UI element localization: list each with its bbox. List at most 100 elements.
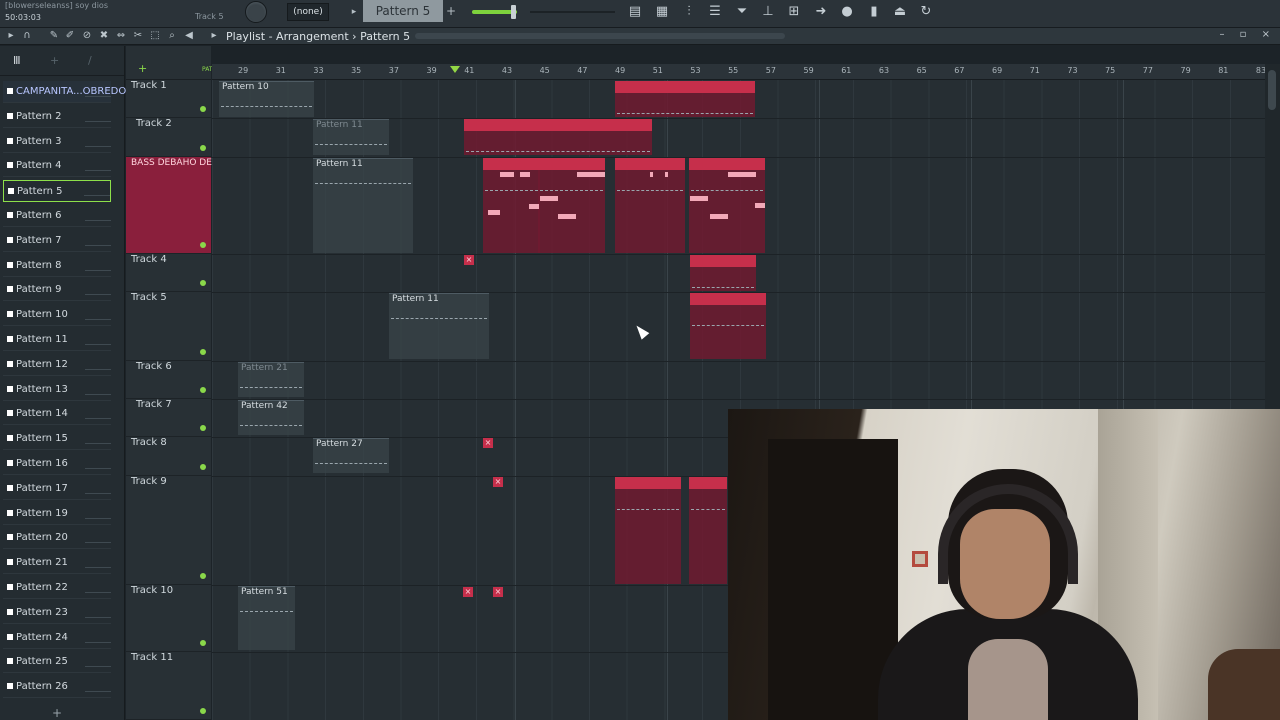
- clip-marker[interactable]: ×: [464, 255, 474, 265]
- channel-rack-icon[interactable]: ☰: [704, 1, 726, 23]
- pattern-clip[interactable]: Pattern 27: [313, 438, 389, 473]
- draw-tool-icon[interactable]: ✎: [47, 29, 61, 43]
- plugin-picker-icon[interactable]: ⏷: [731, 1, 753, 23]
- track-enable-led[interactable]: [200, 708, 206, 714]
- playback-tool-icon[interactable]: ◀: [182, 29, 196, 43]
- track-name[interactable]: Track 6: [136, 361, 172, 372]
- mute-tool-icon[interactable]: ✖: [97, 29, 111, 43]
- add-pattern-button[interactable]: +: [445, 3, 457, 19]
- pattern-item[interactable]: Pattern 16: [3, 453, 111, 475]
- pattern-clip[interactable]: Pattern 6: [690, 255, 756, 291]
- slip-tool-icon[interactable]: ⇔: [114, 29, 128, 43]
- track-header[interactable]: Track 7: [126, 399, 211, 437]
- pattern-item[interactable]: Pattern 3: [3, 131, 111, 153]
- pattern-item[interactable]: Pattern 26: [3, 676, 111, 699]
- pattern-item[interactable]: Pattern 17: [3, 478, 111, 500]
- track-name[interactable]: Track 2: [136, 118, 172, 129]
- pattern-item[interactable]: CAMPANITA...OBREDOSIS: [3, 81, 142, 103]
- track-header[interactable]: Track 1: [126, 80, 211, 118]
- pattern-item[interactable]: Pattern 8: [3, 255, 111, 277]
- track-name[interactable]: Track 11: [131, 652, 173, 663]
- pattern-clip[interactable]: Pattern 42: [238, 400, 304, 435]
- browser-icon[interactable]: ⊞: [783, 1, 805, 23]
- mic-icon[interactable]: ●: [836, 1, 858, 23]
- track-enable-led[interactable]: [200, 573, 206, 579]
- track-header[interactable]: Track 2: [126, 118, 211, 157]
- pattern-item[interactable]: Pattern 4: [3, 155, 111, 178]
- pattern-item[interactable]: Pattern 24: [3, 627, 111, 649]
- pattern-item[interactable]: Pattern 19: [3, 503, 111, 525]
- magnet-icon[interactable]: ∩: [20, 29, 34, 43]
- track-enable-led[interactable]: [200, 242, 206, 248]
- track-name[interactable]: Track 10: [131, 585, 173, 596]
- track-enable-led[interactable]: [200, 464, 206, 470]
- pattern-clip[interactable]: Pat...0: [615, 477, 651, 584]
- timeline-ruler[interactable]: 29 31 33 35 37 39 41 43 45 47 49 51 53 55 57 59 61 63 65 67…: [212, 64, 1266, 80]
- track-header[interactable]: Track 9: [126, 476, 211, 585]
- horizontal-scrollbar[interactable]: [415, 33, 785, 39]
- pattern-clip[interactable]: Pattern 10: [219, 81, 314, 117]
- playhead-marker[interactable]: [450, 66, 460, 73]
- pattern-clip[interactable]: Pattern 11: [313, 119, 389, 155]
- pattern-prev-arrow[interactable]: ▸: [348, 3, 360, 21]
- add-track-icon[interactable]: +: [138, 62, 147, 75]
- track-header[interactable]: Track 11: [126, 652, 211, 720]
- mixer-icon[interactable]: ⫶: [678, 1, 700, 23]
- picker-tab-automation[interactable]: /: [88, 54, 92, 67]
- track-name[interactable]: Track 1: [131, 80, 167, 91]
- pattern-item[interactable]: Pattern 21: [3, 552, 111, 575]
- pattern-clip[interactable]: Pattern 25: [690, 293, 766, 359]
- pattern-item[interactable]: Pattern 2: [3, 106, 111, 128]
- track-header[interactable]: Track 8: [126, 437, 211, 476]
- track-name[interactable]: Track 5: [131, 292, 167, 303]
- pattern-item[interactable]: Pattern 15: [3, 428, 111, 451]
- stamp-icon[interactable]: ⏏: [889, 1, 911, 23]
- track-header[interactable]: Track 6: [126, 361, 211, 399]
- piano-roll-icon[interactable]: ▦: [651, 1, 673, 23]
- pattern-clip[interactable]: Pattern 5: [464, 119, 652, 155]
- track-name[interactable]: Track 8: [131, 437, 167, 448]
- pattern-selector[interactable]: Pattern 5: [363, 0, 443, 22]
- track-enable-led[interactable]: [200, 349, 206, 355]
- menu-arrow-icon[interactable]: ▸: [4, 29, 18, 43]
- pattern-item[interactable]: Pattern 25: [3, 651, 111, 674]
- delete-tool-icon[interactable]: ⊘: [80, 29, 94, 43]
- clip-marker[interactable]: ×: [493, 477, 503, 487]
- pattern-clip[interactable]: Pattern 11: [389, 293, 489, 359]
- track-name[interactable]: Track 4: [131, 254, 167, 265]
- select-tool-icon[interactable]: ⬚: [148, 29, 162, 43]
- track-name[interactable]: Track 9: [131, 476, 167, 487]
- pattern-clip[interactable]: Patter: [689, 477, 727, 584]
- paint-tool-icon[interactable]: ✐: [63, 29, 77, 43]
- playlist-icon[interactable]: ▤: [624, 1, 646, 23]
- track-header[interactable]: Track 4: [126, 254, 211, 292]
- arrow-icon[interactable]: ➜: [810, 1, 832, 23]
- pattern-clip[interactable]: Pattern 21: [238, 362, 304, 397]
- pattern-item[interactable]: Pattern 11: [3, 329, 111, 351]
- pattern-item[interactable]: Pattern 5: [3, 180, 111, 203]
- track-header[interactable]: BASS DEBAHO DE MI GOLA: [126, 157, 253, 254]
- track-header[interactable]: Track 5: [126, 292, 211, 361]
- tempo-icon[interactable]: ⊥: [757, 1, 779, 23]
- pattern-item[interactable]: Pattern 20: [3, 527, 111, 550]
- file-icon[interactable]: ▮: [863, 1, 885, 23]
- track-enable-led[interactable]: [200, 145, 206, 151]
- pattern-clip[interactable]: Pattern 11: [313, 158, 413, 253]
- pattern-item[interactable]: Pattern 23: [3, 602, 111, 624]
- track-enable-led[interactable]: [200, 280, 206, 286]
- track-enable-led[interactable]: [200, 425, 206, 431]
- clip-marker[interactable]: ×: [493, 587, 503, 597]
- pattern-clip[interactable]: Pattern 51: [238, 586, 295, 650]
- window-controls[interactable]: – ▫ ×: [1219, 29, 1276, 40]
- track-enable-led[interactable]: [200, 387, 206, 393]
- track-enable-led[interactable]: [200, 106, 206, 112]
- vertical-scroll-thumb[interactable]: [1268, 70, 1276, 110]
- pattern-item[interactable]: Pattern 22: [3, 577, 111, 599]
- picker-tab-audio[interactable]: +: [50, 54, 59, 67]
- master-volume-knob[interactable]: [245, 1, 267, 23]
- pattern-item[interactable]: Pattern 13: [3, 379, 111, 401]
- pattern-item[interactable]: Pattern 10: [3, 304, 111, 327]
- clip-marker[interactable]: ×: [463, 587, 473, 597]
- track-name[interactable]: Track 7: [136, 399, 172, 410]
- pattern-item[interactable]: Pattern 12: [3, 354, 111, 376]
